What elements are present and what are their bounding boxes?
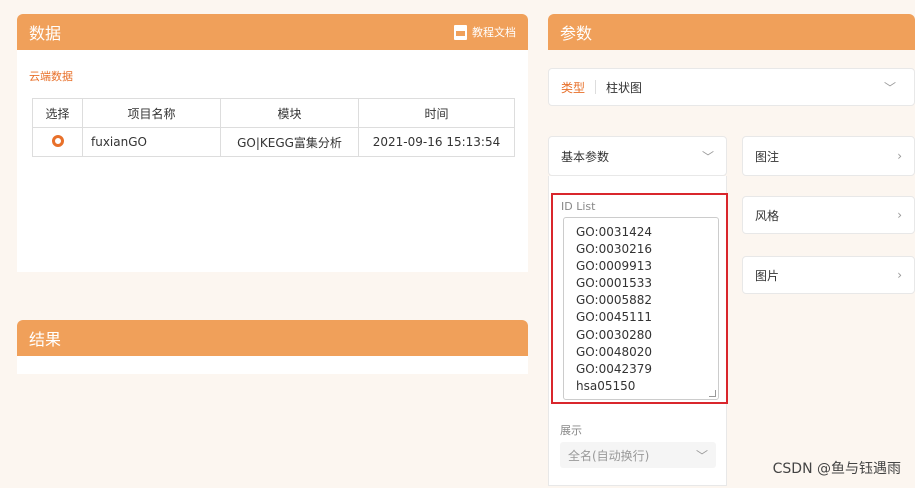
- result-panel-body: [17, 356, 528, 374]
- table-row[interactable]: fuxianGO GO|KEGG富集分析 2021-09-16 15:13:54: [32, 127, 515, 157]
- row-module: GO|KEGG富集分析: [220, 127, 359, 157]
- type-value: 柱状图: [606, 80, 643, 95]
- row-time: 2021-09-16 15:13:54: [358, 127, 515, 157]
- tab-legend[interactable]: 图注 ›: [742, 136, 915, 176]
- tab-image[interactable]: 图片 ›: [742, 256, 915, 294]
- data-panel-title: 数据: [29, 24, 62, 43]
- id-list-label: ID List: [561, 200, 596, 213]
- tutorial-doc-link[interactable]: 教程文档: [454, 24, 516, 40]
- id-list-item: GO:0031424: [576, 225, 653, 239]
- chart-type-select[interactable]: 类型 柱状图 ﹀: [548, 68, 915, 106]
- col-header-module: 模块: [220, 98, 359, 128]
- id-list-item: GO:0030280: [576, 327, 653, 342]
- basic-params-label: 基本参数: [561, 149, 610, 164]
- id-list-item: GO:0005882: [576, 293, 653, 308]
- col-header-project-name: 项目名称: [82, 98, 221, 128]
- display-value: 全名(自动换行): [568, 448, 650, 463]
- tab-legend-label: 图注: [755, 149, 780, 164]
- chevron-right-icon: ›: [897, 149, 902, 163]
- row-select-cell[interactable]: [32, 127, 83, 157]
- result-panel-header: 结果: [17, 320, 528, 356]
- tab-image-label: 图片: [755, 268, 780, 283]
- type-separator: [595, 80, 597, 94]
- data-panel-header: 数据 教程文档: [17, 14, 528, 50]
- csdn-watermark: CSDN @鱼与钰遇雨: [772, 461, 901, 477]
- table-header-row: 选择 项目名称 模块 时间: [32, 98, 515, 128]
- params-panel-header: 参数: [548, 14, 915, 50]
- id-list-item: GO:0001533: [576, 276, 653, 291]
- tab-style[interactable]: 风格 ›: [742, 196, 915, 234]
- cloud-data-link[interactable]: 云端数据: [29, 68, 73, 84]
- data-panel-body: [17, 50, 528, 272]
- pdf-doc-icon: [454, 24, 467, 40]
- id-list-textarea[interactable]: GO:0031424 GO:0030216 GO:0009913 GO:0001…: [563, 217, 719, 400]
- tab-style-label: 风格: [755, 208, 780, 223]
- id-list-item: GO:0030216: [576, 242, 653, 257]
- params-panel-title: 参数: [560, 24, 593, 43]
- chevron-right-icon: ›: [897, 268, 902, 282]
- id-list-field: ID List GO:0031424 GO:0030216 GO:0009913…: [551, 193, 728, 404]
- chevron-right-icon: ›: [897, 208, 902, 222]
- id-list-item: hsa05150: [576, 378, 636, 393]
- row-project-name: fuxianGO: [82, 127, 221, 157]
- resize-handle-icon[interactable]: [709, 390, 716, 397]
- col-header-select: 选择: [32, 98, 83, 128]
- col-header-time: 时间: [358, 98, 515, 128]
- chevron-down-icon: ﹀: [883, 80, 896, 95]
- display-label: 展示: [560, 424, 582, 437]
- id-list-item: GO:0048020: [576, 344, 653, 359]
- id-list-item: GO:0045111: [576, 310, 653, 325]
- basic-params-collapse[interactable]: 基本参数 ﹀: [548, 136, 727, 176]
- id-list-item: GO:0009913: [576, 259, 653, 274]
- chevron-down-icon: ﹀: [701, 149, 714, 164]
- id-list-item: GO:0042379: [576, 361, 653, 376]
- display-select[interactable]: 全名(自动换行) ﹀: [560, 442, 716, 468]
- tutorial-doc-label: 教程文档: [472, 26, 516, 39]
- chevron-down-icon: ﹀: [695, 448, 708, 463]
- project-table: 选择 项目名称 模块 时间 fuxianGO GO|KEGG富集分析 2021-…: [32, 98, 515, 157]
- type-label: 类型: [561, 80, 586, 95]
- result-panel-title: 结果: [29, 330, 62, 349]
- radio-selected-icon[interactable]: [51, 134, 64, 147]
